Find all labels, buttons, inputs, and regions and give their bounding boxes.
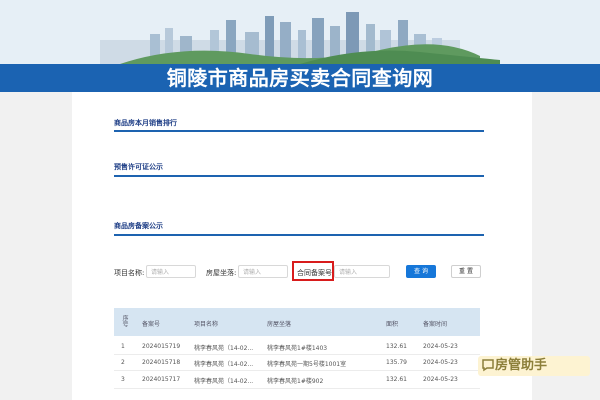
table-cell: 2024015717 (142, 376, 181, 383)
row-divider (114, 354, 480, 355)
page-title: 铜陵市商品房买卖合同查询网 (166, 66, 434, 90)
row-divider (114, 370, 480, 371)
column-header-project-name: 项目名称 (194, 321, 219, 328)
row-divider (114, 388, 480, 389)
table-cell: 3 (121, 376, 125, 383)
table-cell: 132.61 (386, 376, 407, 383)
reset-button[interactable]: 重 置 (451, 265, 481, 278)
table-cell: 2024-05-23 (423, 359, 458, 366)
chat-icon (481, 358, 495, 372)
project-name-input[interactable]: 请输入 (146, 265, 196, 278)
query-button[interactable]: 查 询 (406, 265, 436, 278)
section-divider (114, 234, 484, 236)
table-cell: 132.61 (386, 343, 407, 350)
section-title-ranking: 商品房本月销售排行 (114, 119, 177, 127)
city-skyline-image (0, 0, 600, 64)
table-cell: 2024015718 (142, 359, 181, 366)
watermark-text: 房管助手 (495, 358, 548, 373)
section-title-filing: 商品房备案公示 (114, 222, 163, 230)
section-divider (114, 130, 484, 132)
table-cell: 2024-05-23 (423, 343, 458, 350)
section-divider (114, 175, 484, 177)
column-header-index: 序号 (121, 315, 128, 327)
table-cell: 桃李春风苑1#楼902 (267, 378, 324, 385)
column-header-location: 房屋坐落 (267, 321, 292, 328)
contract-number-input[interactable]: 请输入 (334, 265, 390, 278)
table-cell: 桃李春风苑（14-02... (194, 361, 254, 368)
table-cell: 桃李春风苑（14-02... (194, 378, 254, 385)
project-name-label: 项目名称: (114, 269, 145, 277)
location-label: 房屋坐落: (206, 269, 237, 277)
table-cell: 2024-05-23 (423, 376, 458, 383)
table-cell: 桃李春风苑一期5号楼1001室 (267, 361, 347, 368)
column-header-filing-number: 备案号 (142, 321, 161, 328)
highlight-box (292, 261, 334, 281)
table-cell: 2 (121, 359, 125, 366)
location-input[interactable]: 请输入 (238, 265, 288, 278)
table-cell: 1 (121, 343, 125, 350)
column-header-filing-date: 备案时间 (423, 321, 448, 328)
column-header-area: 面积 (386, 321, 399, 328)
table-cell: 桃李春风苑（14-02... (194, 345, 254, 352)
table-cell: 桃李春风苑1#楼1403 (267, 345, 328, 352)
section-title-presale: 预售许可证公示 (114, 163, 163, 171)
table-cell: 2024015719 (142, 343, 181, 350)
table-cell: 135.79 (386, 359, 407, 366)
